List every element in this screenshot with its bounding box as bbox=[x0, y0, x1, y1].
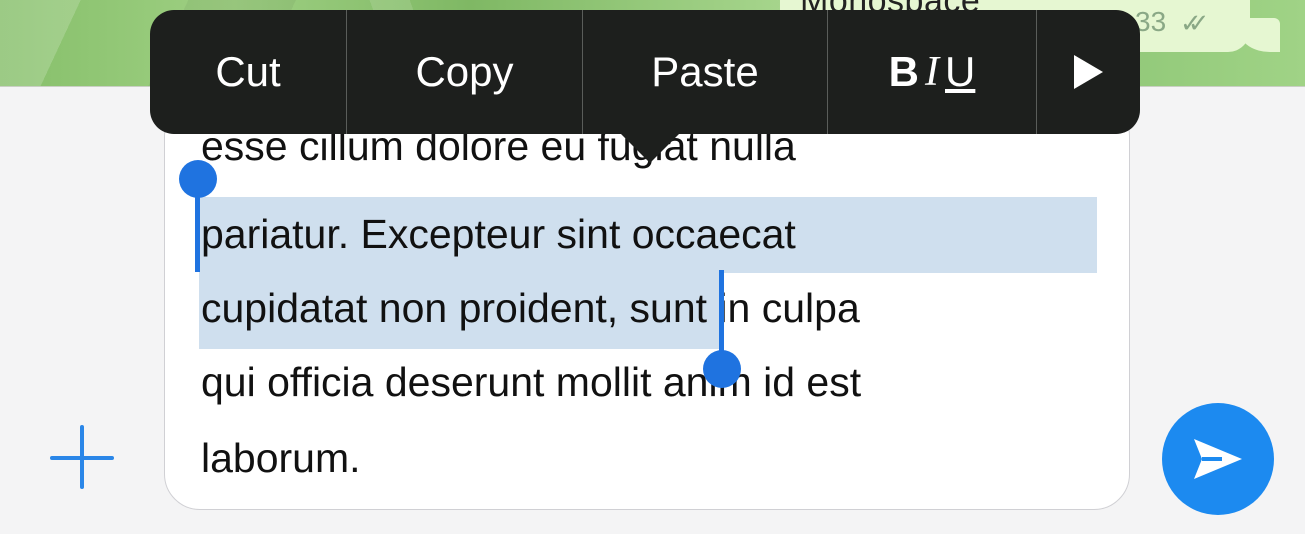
input-line-3: cupidatat non proident, sunt in culpa bbox=[201, 285, 860, 331]
chat-screen: Monospace 33 ✓✓ esse cillum dolore eu fu… bbox=[0, 0, 1305, 534]
paper-plane-icon bbox=[1194, 439, 1242, 479]
edit-menu-pointer bbox=[620, 133, 680, 163]
input-line-5: laborum. bbox=[201, 435, 361, 481]
input-line-2: pariatur. Excepteur sint occaecat bbox=[201, 211, 796, 257]
attach-button[interactable] bbox=[42, 421, 118, 497]
underline-icon: U bbox=[945, 48, 976, 95]
bold-icon: B bbox=[888, 48, 919, 95]
copy-menu-item[interactable]: Copy bbox=[347, 10, 583, 134]
italic-icon: I bbox=[925, 49, 939, 95]
read-checks-icon: ✓✓ bbox=[1180, 8, 1209, 38]
edit-menu: Cut Copy Paste B I U bbox=[150, 10, 1140, 134]
selection-start-caret bbox=[195, 180, 200, 272]
send-button[interactable] bbox=[1162, 403, 1274, 515]
format-menu-item[interactable]: B I U bbox=[828, 10, 1037, 134]
paste-menu-item[interactable]: Paste bbox=[583, 10, 828, 134]
play-triangle-icon bbox=[1074, 55, 1103, 89]
selection-end-handle[interactable] bbox=[703, 350, 741, 388]
input-line-4: qui officia deserunt mollit anim id est bbox=[201, 359, 862, 405]
cut-menu-item[interactable]: Cut bbox=[150, 10, 347, 134]
more-menu-item[interactable] bbox=[1037, 10, 1140, 134]
